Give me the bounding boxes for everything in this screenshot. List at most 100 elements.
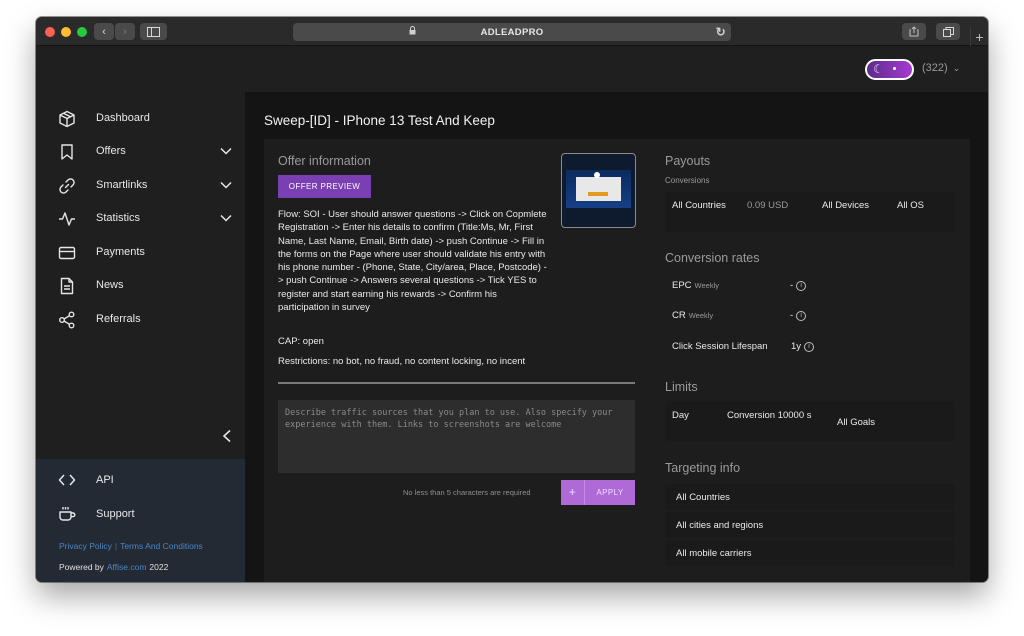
info-icon[interactable]: i: [796, 281, 807, 291]
cr-value-wrap: -i: [790, 310, 807, 321]
input-hint: No less than 5 characters are required: [403, 488, 531, 497]
link-separator: |: [114, 541, 118, 551]
plus-icon: +: [561, 480, 585, 505]
share-nodes-icon: [59, 311, 75, 329]
info-icon[interactable]: i: [804, 342, 815, 352]
thumbnail-button: [588, 192, 608, 196]
sidebar-item-label: Offers: [96, 145, 126, 157]
sidebar-item-support[interactable]: Support: [36, 501, 245, 527]
terms-link[interactable]: Terms And Conditions: [120, 541, 203, 551]
thumbnail-form: [576, 177, 621, 201]
address-bar[interactable]: ADLEADPRO ↻: [293, 23, 731, 41]
privacy-policy-link[interactable]: Privacy Policy: [59, 541, 112, 551]
legal-links: Privacy Policy | Terms And Conditions: [59, 541, 203, 551]
traffic-sources-input[interactable]: [278, 400, 635, 473]
sidebar-item-api[interactable]: API: [36, 467, 245, 493]
limit-period: Day: [672, 410, 689, 421]
offer-flow-text: Flow: SOI - User should answer questions…: [278, 209, 547, 314]
zoom-window-button[interactable]: [77, 27, 87, 37]
document-icon: [60, 277, 74, 295]
forward-button[interactable]: ›: [115, 23, 135, 40]
new-tab-button[interactable]: +: [970, 27, 988, 46]
close-window-button[interactable]: [45, 27, 55, 37]
epc-value-wrap: -i: [790, 280, 807, 291]
targeting-item-label: All cities and regions: [676, 520, 764, 531]
code-icon: [58, 474, 76, 486]
powered-year: 2022: [149, 562, 169, 572]
offer-details: Payouts Conversions All Countries 0.09 U…: [665, 139, 970, 582]
chevron-down-icon[interactable]: [219, 144, 233, 158]
browser-titlebar: ‹ › ADLEADPRO ↻ +: [36, 17, 988, 46]
session-row: Click Session Lifespan: [672, 341, 768, 357]
theme-toggle[interactable]: ☾: [865, 59, 914, 80]
app-header: ☾ (322) ⌄: [36, 46, 988, 92]
sidebar-item-smartlinks[interactable]: Smartlinks: [36, 171, 245, 201]
lock-icon: [409, 26, 416, 35]
payouts-title: Payouts: [665, 154, 711, 168]
cr-period: Weekly: [688, 311, 714, 320]
sidebar-icon: [147, 26, 160, 37]
sidebar-item-label: Support: [96, 508, 135, 520]
targeting-item-label: All Countries: [676, 492, 730, 503]
sidebar-item-label: Payments: [96, 246, 145, 258]
reload-icon[interactable]: ↻: [716, 25, 726, 39]
share-button[interactable]: [902, 23, 926, 40]
sidebar-item-label: Dashboard: [96, 112, 150, 124]
main-content: Sweep-[ID] - IPhone 13 Test And Keep Off…: [245, 92, 988, 582]
collapse-sidebar-icon[interactable]: [221, 429, 233, 443]
section-divider: [278, 382, 635, 384]
bookmark-icon: [61, 144, 73, 160]
chevron-down-icon[interactable]: [219, 211, 233, 225]
sidebar-item-offers[interactable]: Offers: [36, 137, 245, 167]
sidebar-item-dashboard[interactable]: Dashboard: [36, 104, 245, 134]
sidebar-item-label: News: [96, 279, 124, 291]
tabs-button[interactable]: [936, 23, 960, 40]
link-icon: [59, 178, 75, 194]
affise-link[interactable]: Affise.com: [107, 562, 147, 572]
targeting-item: All cities and regions: [665, 512, 954, 538]
session-value-wrap: 1y i: [791, 341, 815, 352]
sidebar-item-label: Statistics: [96, 212, 141, 224]
sidebar-item-label: API: [96, 474, 114, 486]
chevron-down-icon: ⌄: [952, 63, 961, 73]
share-icon: [909, 26, 919, 37]
session-value: 1y: [791, 341, 802, 352]
sidebar-item-label: Referrals: [96, 313, 141, 325]
account-menu[interactable]: (322) ⌄: [922, 62, 960, 74]
conversion-rates-title: Conversion rates: [665, 251, 760, 265]
activity-icon: [59, 212, 75, 226]
offer-cap: CAP: open: [278, 336, 324, 347]
info-icon[interactable]: i: [796, 311, 807, 321]
limit-value: Conversion 10000 s: [727, 410, 812, 421]
payout-devices: All Devices: [822, 200, 869, 211]
minimize-window-button[interactable]: [61, 27, 71, 37]
offer-thumbnail[interactable]: [561, 153, 636, 228]
tabs-icon: [942, 26, 954, 37]
plus-icon: +: [975, 28, 984, 45]
offer-info-title: Offer information: [278, 154, 371, 168]
targeting-item-label: All mobile carriers: [676, 548, 752, 559]
apply-button[interactable]: + APPLY: [561, 480, 635, 505]
sidebar-item-news[interactable]: News: [36, 271, 245, 301]
epc-label: EPC: [672, 280, 692, 291]
payout-amount: 0.09 USD: [747, 200, 789, 211]
chevron-right-icon: ›: [123, 25, 127, 38]
sidebar-item-statistics[interactable]: Statistics: [36, 204, 245, 234]
toggle-knob: [893, 67, 896, 70]
back-button[interactable]: ‹: [94, 23, 114, 40]
sidebar-toggle-button[interactable]: [140, 23, 167, 40]
chevron-left-icon: ‹: [102, 25, 106, 38]
offer-card: Offer information OFFER PREVIEW Flow: SO…: [264, 139, 970, 582]
cr-row: CR Weekly: [672, 310, 713, 326]
browser-window: ‹ › ADLEADPRO ↻ + ☾ (322) ⌄ Dashboard Of…: [36, 17, 988, 582]
sidebar-item-payments[interactable]: Payments: [36, 238, 245, 268]
moon-icon: ☾: [873, 62, 884, 76]
epc-row: EPC Weekly: [672, 280, 719, 296]
chevron-down-icon[interactable]: [219, 178, 233, 192]
sidebar: Dashboard Offers Smartlinks Statistics P…: [36, 92, 245, 582]
offer-restrictions: Restrictions: no bot, no fraud, no conte…: [278, 356, 526, 367]
sidebar-item-referrals[interactable]: Referrals: [36, 305, 245, 335]
offer-preview-button[interactable]: OFFER PREVIEW: [278, 175, 371, 198]
limits-title: Limits: [665, 380, 698, 394]
payout-countries: All Countries: [672, 200, 726, 211]
